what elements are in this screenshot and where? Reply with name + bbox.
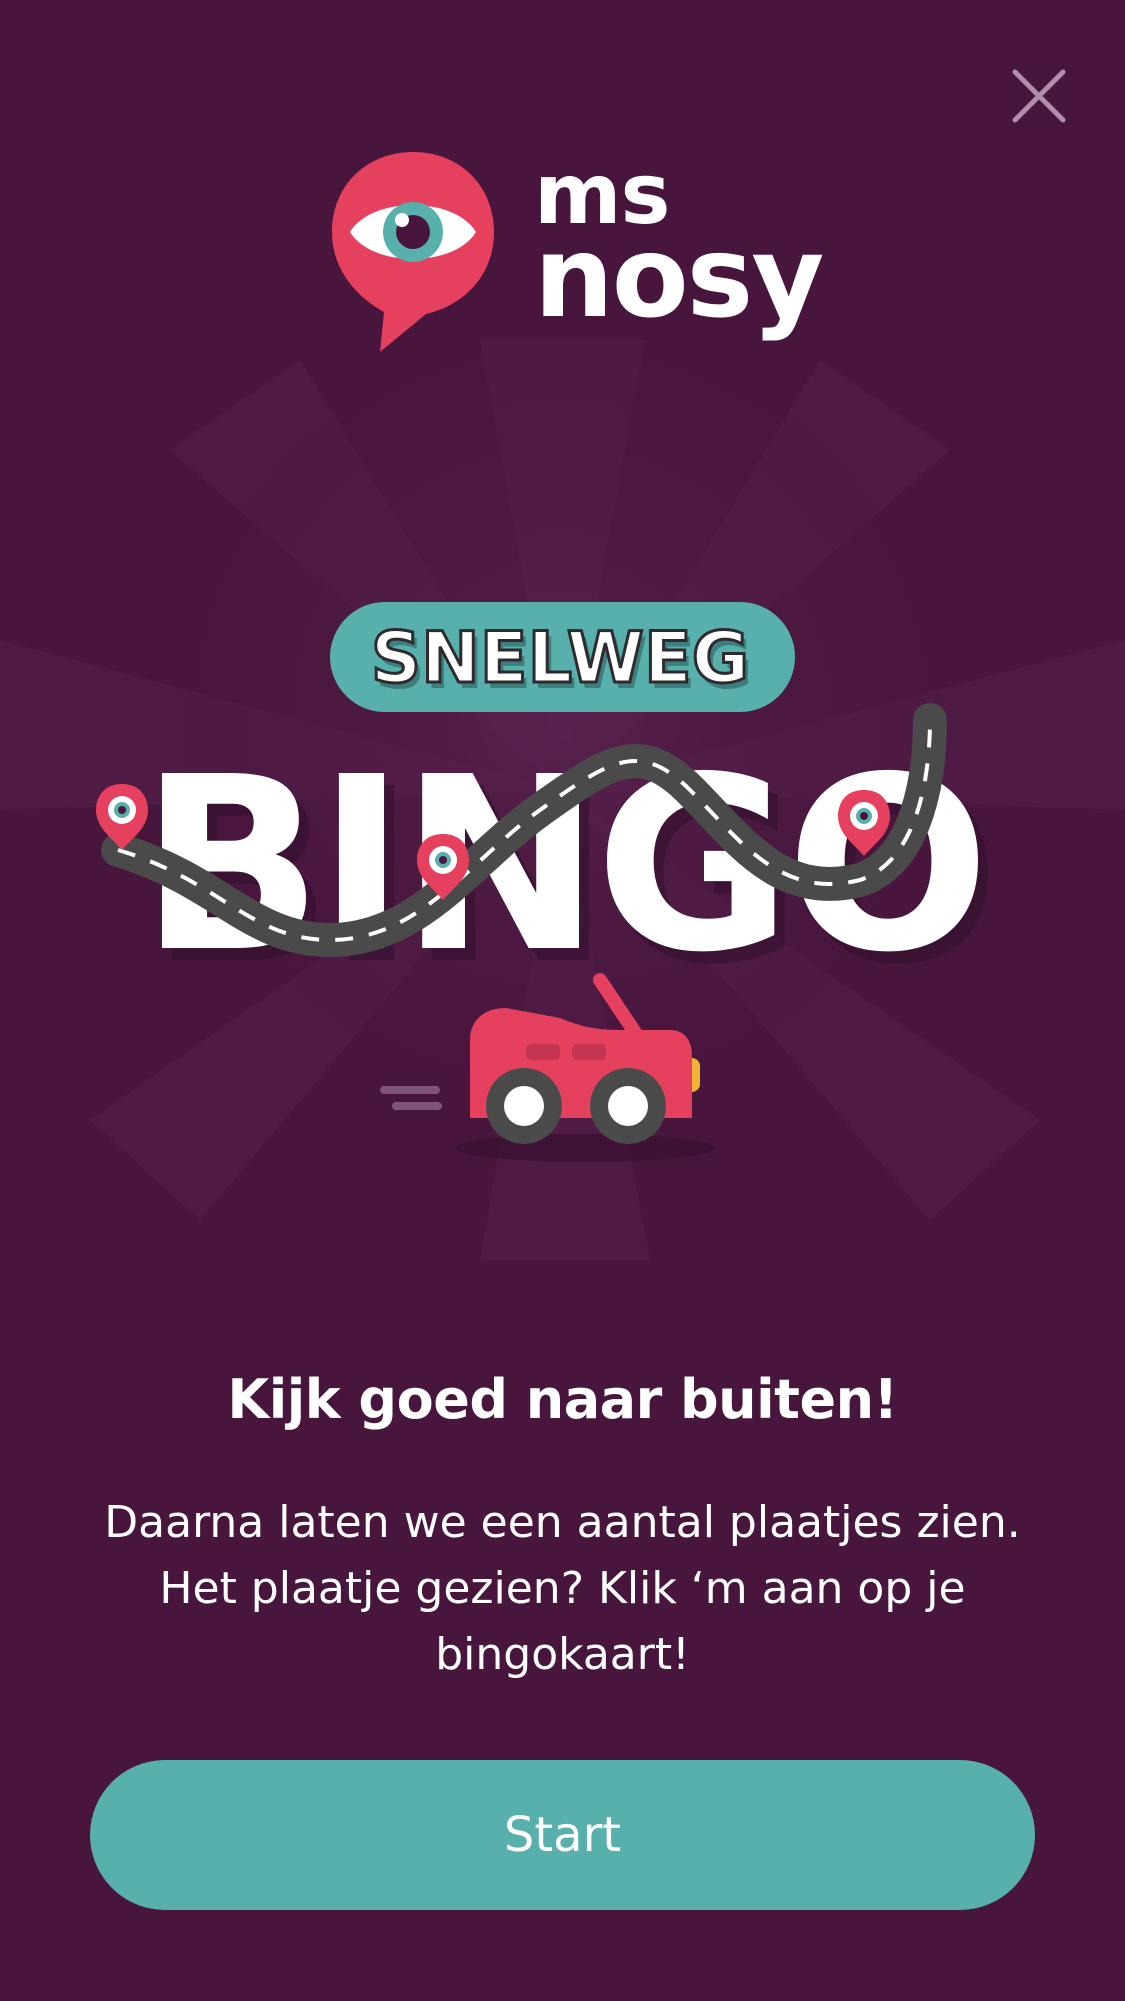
start-button[interactable]: Start — [90, 1760, 1035, 1910]
brand-logo: ms nosy — [328, 148, 828, 358]
instruction-text: Daarna laten we een aantal plaatjes zien… — [104, 1497, 1021, 1680]
brand-name-line2: nosy — [534, 213, 824, 343]
close-icon — [1012, 69, 1066, 123]
instruction-headline: Kijk goed naar buiten! — [227, 1368, 898, 1431]
game-subtitle: SNELWEG — [371, 617, 749, 699]
close-button[interactable] — [1009, 66, 1069, 126]
snelweg-banner: SNELWEG SNELWEG — [330, 602, 795, 712]
eye-pin-icon — [332, 152, 494, 352]
game-illustration: SNELWEG SNELWEG BINGO BINGO — [0, 340, 1125, 1260]
